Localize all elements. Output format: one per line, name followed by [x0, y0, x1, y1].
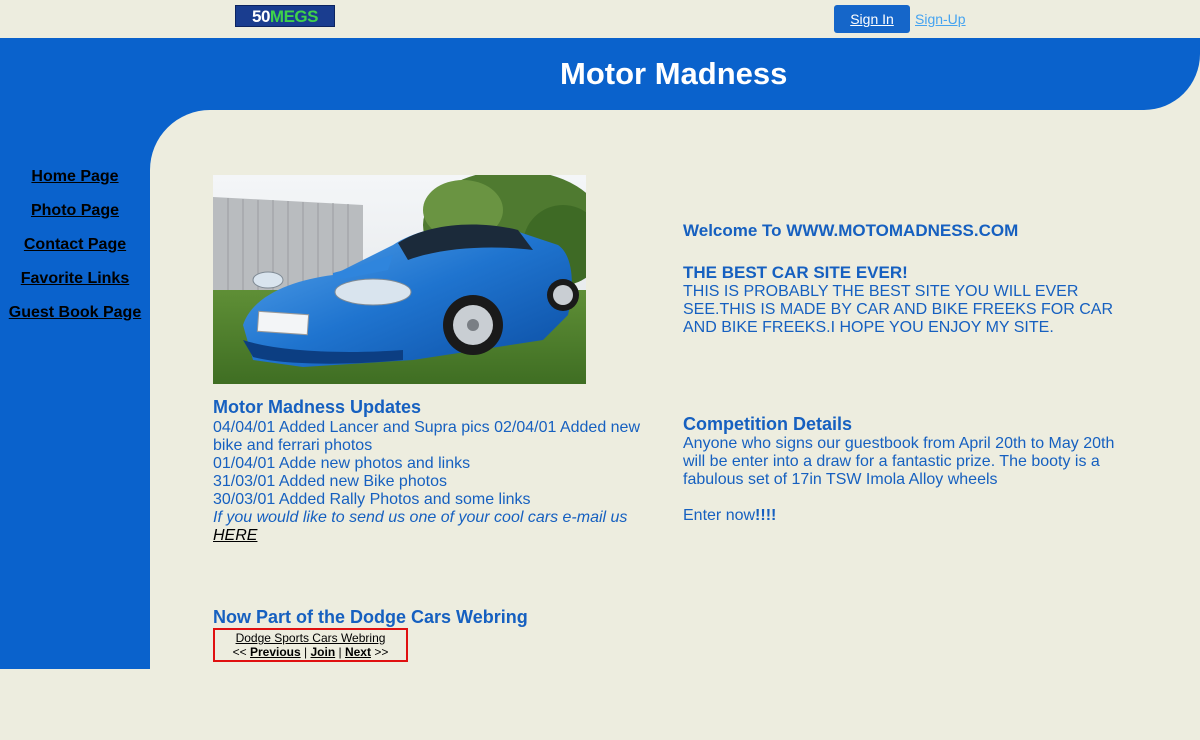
email-cta-text: If you would like to send us one of your…	[213, 509, 628, 526]
webring-separator: |	[300, 645, 311, 659]
sign-in-button[interactable]: Sign In	[834, 5, 910, 33]
webring-separator: |	[335, 645, 345, 659]
logo-number: 50	[252, 6, 270, 26]
car-photo	[213, 175, 586, 384]
nav-home-page[interactable]: Home Page	[0, 167, 150, 201]
logo-text: MEGS	[269, 6, 319, 26]
50megs-logo[interactable]: 50 MEGS	[235, 5, 335, 27]
enter-now-text: Enter now!!!!	[683, 507, 1123, 525]
webring-next-link[interactable]: Next	[345, 645, 371, 659]
competition-section: Competition Details Anyone who signs our…	[683, 414, 1123, 525]
webring-prev-arrows: <<	[232, 645, 250, 659]
competition-body: Anyone who signs our guestbook from Apri…	[683, 435, 1115, 488]
nav-guest-book-page[interactable]: Guest Book Page	[0, 303, 150, 337]
sign-up-link[interactable]: Sign-Up	[915, 11, 966, 27]
webring-previous-link[interactable]: Previous	[250, 645, 301, 659]
webring-title: Now Part of the Dodge Cars Webring	[213, 607, 528, 627]
enter-now-suffix: !!!!	[755, 507, 777, 524]
webring-box: Dodge Sports Cars Webring << Previous | …	[213, 628, 408, 662]
site-header: Motor Madness	[0, 38, 1200, 110]
updates-title: Motor Madness Updates	[213, 397, 422, 417]
nav-photo-page[interactable]: Photo Page	[0, 201, 150, 235]
update-line: 01/04/01 Adde new photos and links	[213, 455, 471, 472]
welcome-section: Welcome To WWW.MOTOMADNESS.COM THE BEST …	[683, 221, 1133, 337]
welcome-title: Welcome To WWW.MOTOMADNESS.COM	[683, 221, 1019, 240]
site-title: Motor Madness	[560, 56, 788, 91]
nav-favorite-links[interactable]: Favorite Links	[0, 269, 150, 303]
webring-next-arrows: >>	[370, 645, 389, 659]
webring-join-link[interactable]: Join	[311, 645, 336, 659]
updates-section: Motor Madness Updates 04/04/01 Added Lan…	[213, 397, 653, 545]
update-line: 30/03/01 Added Rally Photos and some lin…	[213, 491, 531, 508]
welcome-subtitle: THE BEST CAR SITE EVER!	[683, 263, 908, 282]
competition-title: Competition Details	[683, 414, 853, 434]
webring-name-link[interactable]: Dodge Sports Cars Webring	[236, 631, 386, 645]
update-line: 31/03/01 Added new Bike photos	[213, 473, 447, 490]
sidebar-nav: Home Page Photo Page Contact Page Favori…	[0, 167, 150, 337]
enter-now-prefix: Enter now	[683, 507, 756, 524]
nav-contact-page[interactable]: Contact Page	[0, 235, 150, 269]
email-here-link[interactable]: HERE	[213, 527, 257, 544]
update-line: 04/04/01 Added Lancer and Supra pics 02/…	[213, 419, 641, 454]
welcome-body: THIS IS PROBABLY THE BEST SITE YOU WILL …	[683, 283, 1114, 336]
